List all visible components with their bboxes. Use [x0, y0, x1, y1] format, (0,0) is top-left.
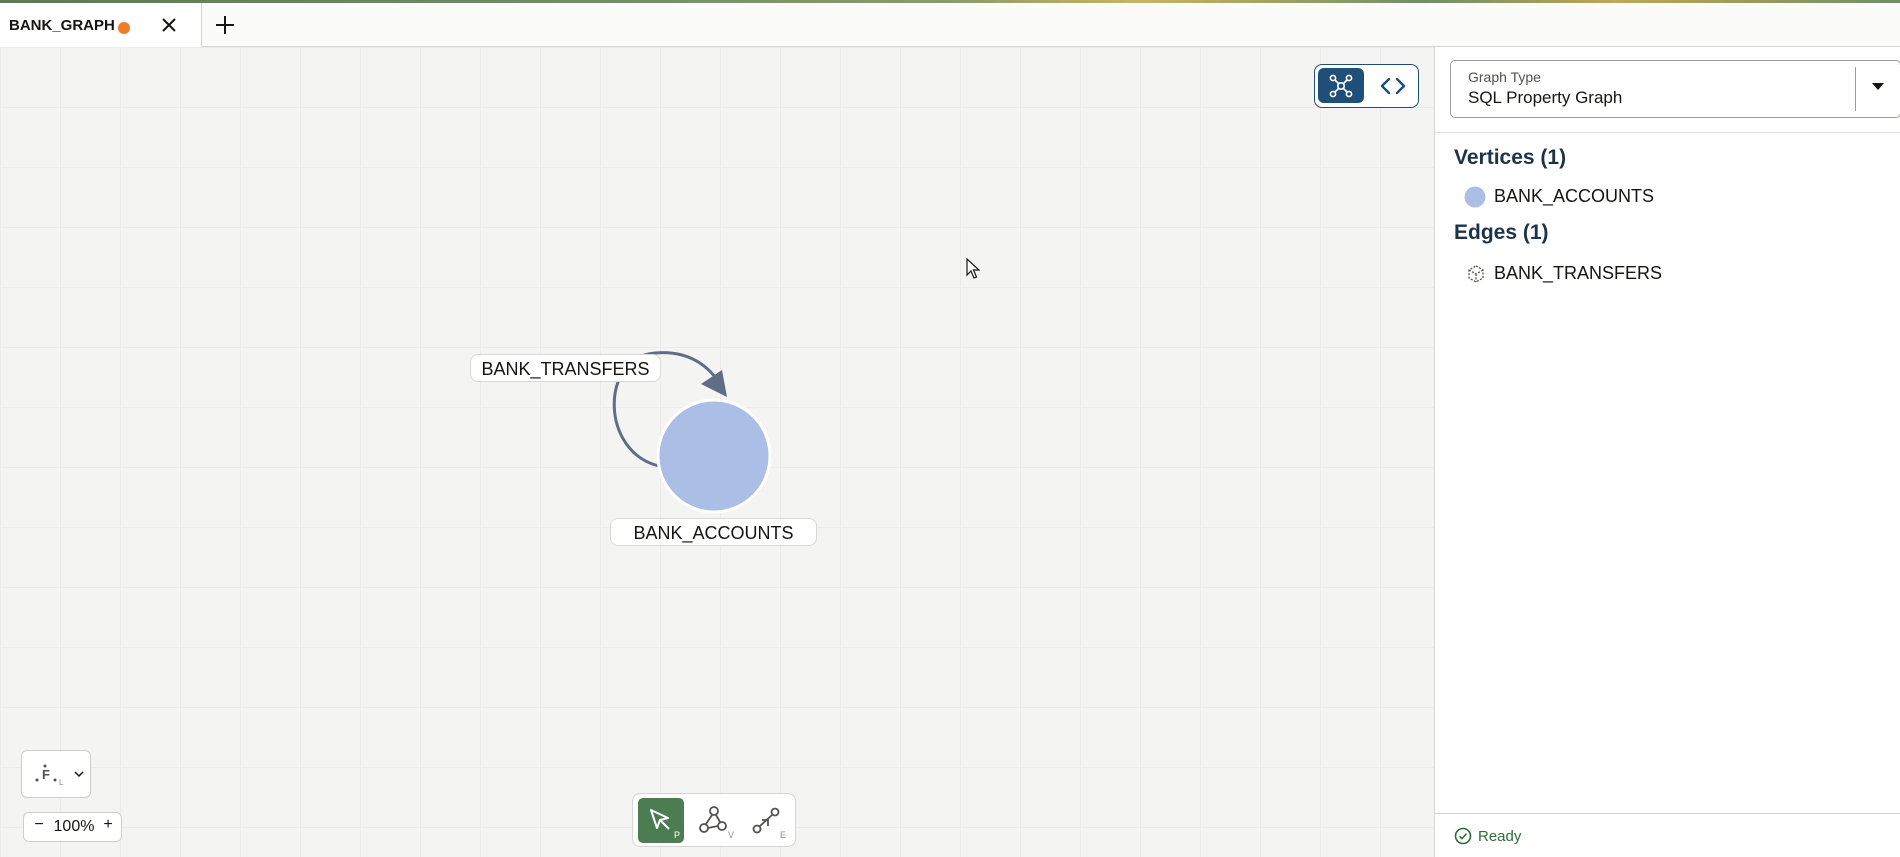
add-tab-plus-icon[interactable]	[214, 14, 236, 36]
tab-title: BANK_GRAPH	[9, 17, 115, 34]
properties-panel: Graph Type SQL Property Graph Vertices (…	[1434, 47, 1900, 857]
graph-type-value: SQL Property Graph	[1468, 88, 1623, 107]
edges-heading: Edges (1)	[1454, 221, 1549, 244]
edge-tool-icon: E	[752, 807, 786, 840]
caret-down-icon[interactable]	[1871, 81, 1885, 91]
svg-text:F: F	[42, 767, 50, 782]
tab-bank-graph[interactable]: BANK_GRAPH	[0, 3, 202, 47]
vertex-shortcut-key: V	[728, 830, 734, 840]
vertex-label-bank-accounts[interactable]: BANK_ACCOUNTS	[610, 518, 817, 546]
chevron-down-icon	[74, 771, 84, 778]
pointer-shortcut-key: P	[674, 830, 680, 840]
graph-canvas[interactable]: BANK_TRANSFERS BANK_ACCOUNTS F L − 100% …	[0, 47, 1434, 857]
zoom-in-button[interactable]: +	[100, 816, 116, 834]
vertex-list-label: BANK_ACCOUNTS	[1494, 186, 1655, 206]
edge-label-bank-transfers[interactable]: BANK_TRANSFERS	[470, 354, 661, 382]
vertex-node-bank-accounts[interactable]	[656, 398, 772, 514]
check-circle-icon	[1454, 827, 1472, 845]
add-edge-tool-button[interactable]: E	[744, 798, 790, 843]
zoom-out-button[interactable]: −	[31, 816, 47, 834]
add-vertex-tool-button[interactable]: V	[691, 798, 737, 843]
close-icon[interactable]	[160, 16, 178, 34]
vertex-label-text: BANK_ACCOUNTS	[633, 523, 794, 543]
graph-drawing	[612, 351, 772, 514]
vertex-tool-icon: V	[699, 806, 734, 840]
status-text: Ready	[1478, 828, 1522, 845]
edge-cube-icon	[1468, 265, 1484, 283]
edge-label-text: BANK_TRANSFERS	[481, 359, 650, 379]
status-bar: Ready	[1435, 813, 1900, 857]
graph-type-label: Graph Type	[1468, 69, 1541, 85]
zoom-control: − 100% +	[23, 812, 122, 842]
panel-divider	[1435, 132, 1900, 133]
tab-bar: BANK_GRAPH	[0, 3, 1900, 47]
unsaved-indicator-dot	[118, 22, 130, 34]
vertex-color-dot-icon	[1464, 186, 1486, 208]
zoom-level: 100%	[53, 818, 95, 835]
layout-force-icon: F L	[35, 764, 64, 787]
pointer-arrow-icon: P	[650, 809, 680, 840]
select-divider	[1855, 67, 1856, 111]
graph-type-select[interactable]: Graph Type SQL Property Graph	[1450, 60, 1900, 118]
pointer-tool-button[interactable]: P	[638, 798, 684, 843]
editing-toolbar: P V E	[632, 793, 796, 847]
edge-list-label: BANK_TRANSFERS	[1494, 263, 1663, 283]
edge-shortcut-key: E	[780, 830, 786, 840]
vertices-heading: Vertices (1)	[1454, 146, 1567, 169]
mouse-cursor-icon	[966, 258, 980, 279]
layout-shortcut-key: L	[59, 778, 64, 787]
layout-dropdown-button[interactable]: F L	[21, 750, 91, 798]
